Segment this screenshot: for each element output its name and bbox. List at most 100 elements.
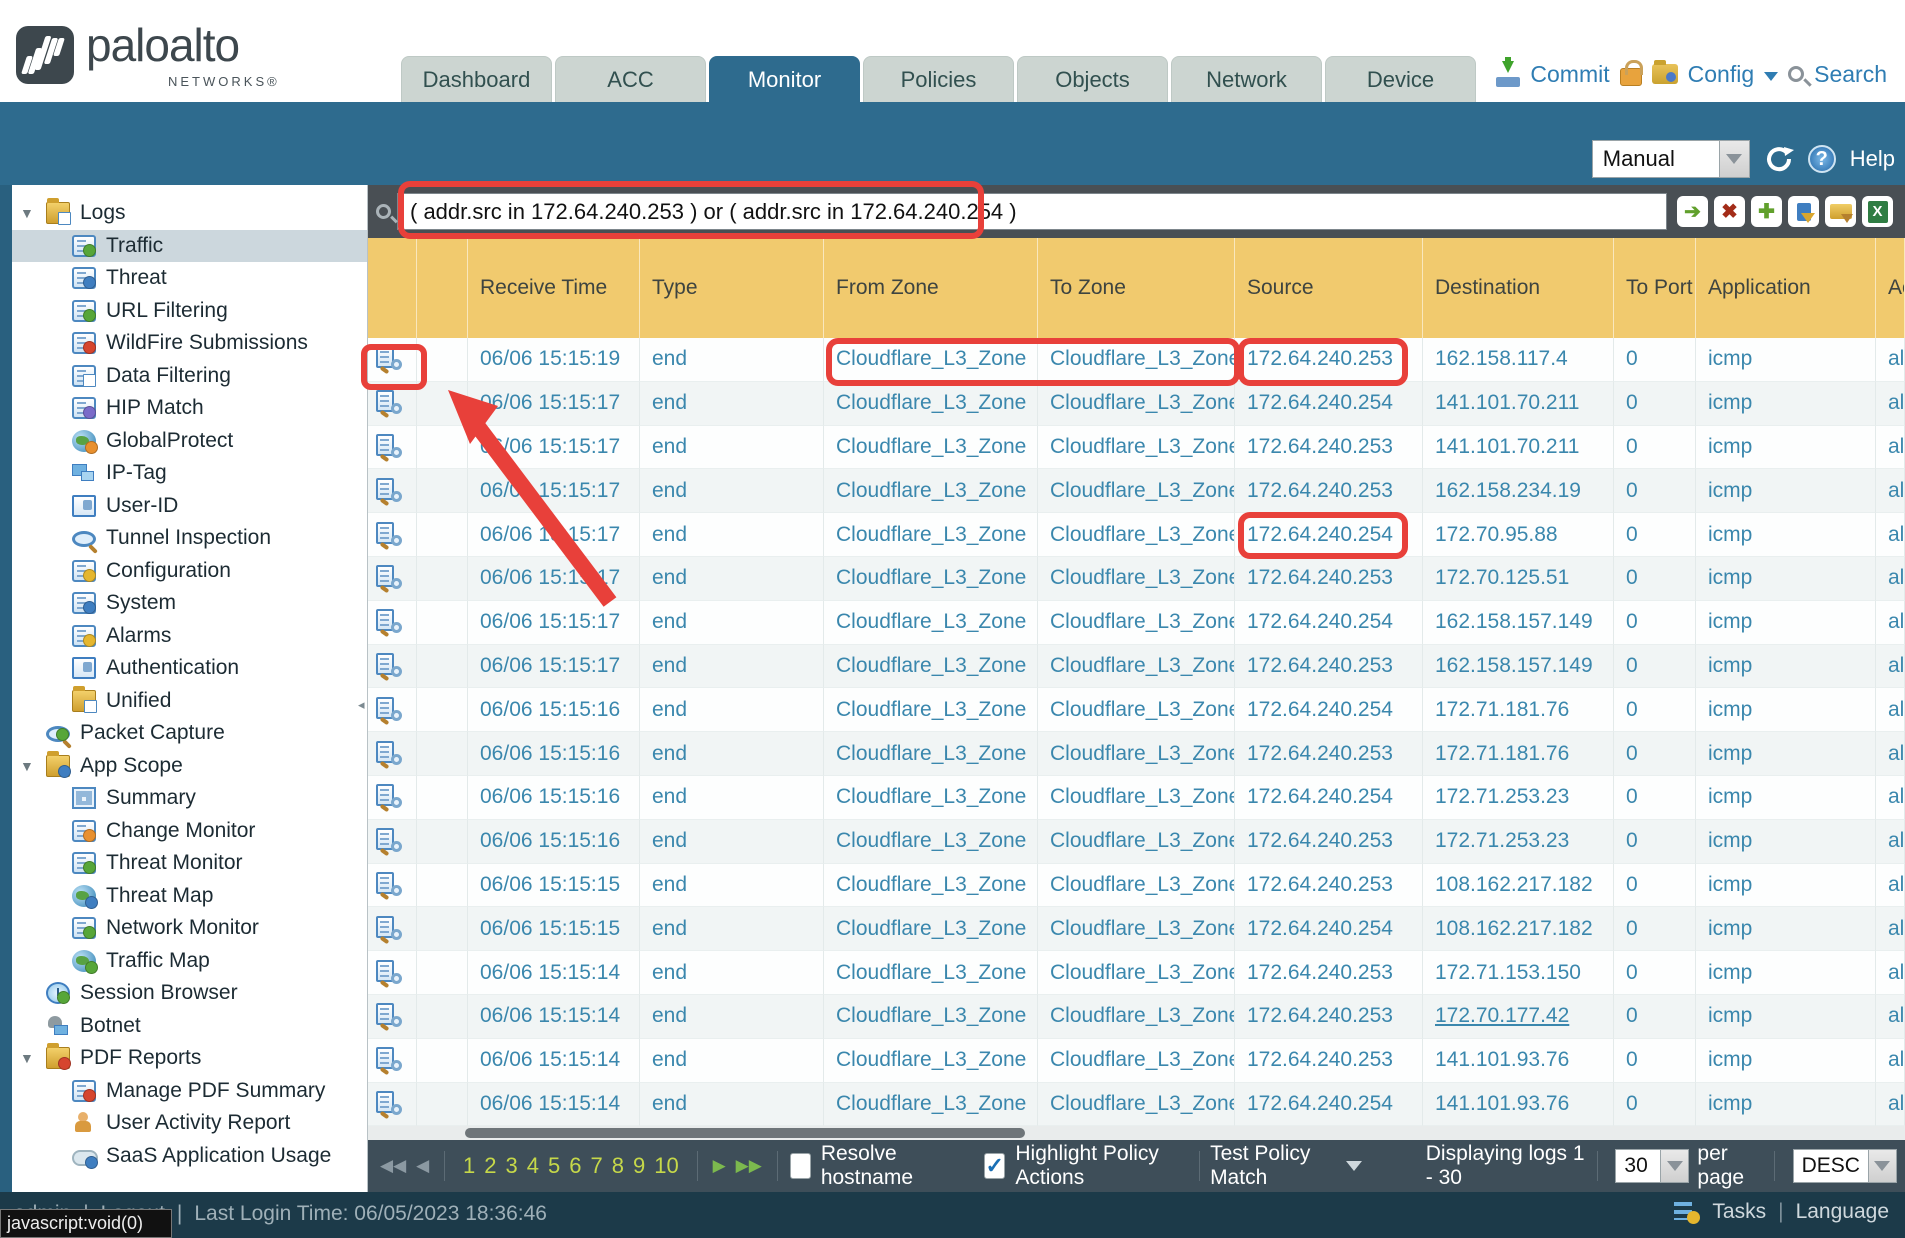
search-link[interactable]: Search (1814, 61, 1887, 88)
cell-from-zone[interactable]: Cloudflare_L3_Zone (824, 951, 1038, 995)
cell-destination[interactable]: 172.71.181.76 (1423, 732, 1614, 776)
cell-to-port[interactable]: 0 (1614, 688, 1696, 732)
cell-application[interactable]: icmp (1696, 995, 1876, 1039)
cell-to-port[interactable]: 0 (1614, 426, 1696, 470)
cell-destination[interactable]: 172.70.125.51 (1423, 557, 1614, 601)
sidebar-item-wildfire-submissions[interactable]: WildFire Submissions (12, 327, 367, 360)
load-filter-button[interactable] (1825, 196, 1856, 227)
cell-to-port[interactable]: 0 (1614, 864, 1696, 908)
log-detail-magnifier-icon[interactable] (376, 434, 402, 460)
page-number-2[interactable]: 2 (484, 1153, 496, 1179)
cell-from-zone[interactable]: Cloudflare_L3_Zone (824, 776, 1038, 820)
cell-application[interactable]: icmp (1696, 1039, 1876, 1083)
commit-link[interactable]: Commit (1530, 61, 1609, 88)
cell-from-zone[interactable]: Cloudflare_L3_Zone (824, 732, 1038, 776)
cell-source[interactable]: 172.64.240.253 (1235, 426, 1423, 470)
cell-type[interactable]: end (640, 601, 824, 645)
cell-action[interactable]: allow (1876, 864, 1905, 908)
filter-builder-button[interactable] (1788, 196, 1819, 227)
cell-destination[interactable]: 172.70.95.88 (1423, 513, 1614, 557)
cell-to-port[interactable]: 0 (1614, 776, 1696, 820)
cell-from-zone[interactable]: Cloudflare_L3_Zone (824, 601, 1038, 645)
cell-application[interactable]: icmp (1696, 338, 1876, 382)
cell-type[interactable]: end (640, 1039, 824, 1083)
cell-source[interactable]: 172.64.240.253 (1235, 469, 1423, 513)
column-header-destination[interactable]: Destination (1423, 238, 1614, 338)
cell-to-zone[interactable]: Cloudflare_L3_Zone (1038, 951, 1235, 995)
sidebar-item-threat-map[interactable]: Threat Map (12, 880, 367, 913)
page-number-7[interactable]: 7 (591, 1153, 603, 1179)
cell-from-zone[interactable]: Cloudflare_L3_Zone (824, 820, 1038, 864)
cell-to-zone[interactable]: Cloudflare_L3_Zone (1038, 1083, 1235, 1127)
cell-from-zone[interactable]: Cloudflare_L3_Zone (824, 1083, 1038, 1127)
page-number-4[interactable]: 4 (527, 1153, 539, 1179)
sidebar-item-hip-match[interactable]: HIP Match (12, 392, 367, 425)
log-detail-magnifier-icon[interactable] (376, 697, 402, 723)
cell-destination[interactable]: 172.71.181.76 (1423, 688, 1614, 732)
cell-to-port[interactable]: 0 (1614, 557, 1696, 601)
cell-action[interactable]: allow (1876, 469, 1905, 513)
cell-destination[interactable]: 172.70.177.42 (1423, 995, 1614, 1039)
sidebar-item-traffic[interactable]: Traffic (12, 230, 367, 263)
log-detail-magnifier-icon[interactable] (376, 1003, 402, 1029)
cell-source[interactable]: 172.64.240.253 (1235, 951, 1423, 995)
horizontal-scrollbar[interactable] (368, 1126, 1905, 1140)
sidebar-item-botnet[interactable]: Botnet (12, 1010, 367, 1043)
cell-application[interactable]: icmp (1696, 688, 1876, 732)
column-header-application[interactable]: Application (1696, 238, 1876, 338)
page-number-5[interactable]: 5 (548, 1153, 560, 1179)
cell-to-zone[interactable]: Cloudflare_L3_Zone (1038, 907, 1235, 951)
cell-action[interactable]: allow (1876, 382, 1905, 426)
cell-destination[interactable]: 172.71.153.150 (1423, 951, 1614, 995)
cell-destination[interactable]: 162.158.157.149 (1423, 645, 1614, 689)
tab-objects[interactable]: Objects (1017, 56, 1168, 102)
cell-destination[interactable]: 162.158.234.19 (1423, 469, 1614, 513)
refresh-mode-select[interactable]: Manual (1592, 140, 1750, 178)
page-number-3[interactable]: 3 (506, 1153, 518, 1179)
cell-destination[interactable]: 141.101.93.76 (1423, 1039, 1614, 1083)
sidebar-item-ip-tag[interactable]: IP-Tag (12, 457, 367, 490)
cell-application[interactable]: icmp (1696, 469, 1876, 513)
cell-source[interactable]: 172.64.240.253 (1235, 820, 1423, 864)
log-detail-magnifier-icon[interactable] (376, 565, 402, 591)
cell-type[interactable]: end (640, 426, 824, 470)
sidebar-item-user-id[interactable]: User-ID (12, 490, 367, 523)
help-label[interactable]: Help (1850, 146, 1895, 172)
tab-device[interactable]: Device (1325, 56, 1476, 102)
page-number-1[interactable]: 1 (463, 1153, 475, 1179)
log-detail-magnifier-icon[interactable] (376, 1047, 402, 1073)
page-number-6[interactable]: 6 (569, 1153, 581, 1179)
cell-destination[interactable]: 172.71.253.23 (1423, 820, 1614, 864)
lock-icon[interactable] (1620, 68, 1642, 86)
cell-action[interactable]: allow (1876, 1039, 1905, 1083)
column-header-to-port[interactable]: To Port (1614, 238, 1696, 338)
cell-type[interactable]: end (640, 557, 824, 601)
cell-to-port[interactable]: 0 (1614, 601, 1696, 645)
tab-monitor[interactable]: Monitor (709, 56, 860, 102)
cell-action[interactable]: allow (1876, 688, 1905, 732)
sidebar-item-unified[interactable]: Unified (12, 685, 367, 718)
log-detail-magnifier-icon[interactable] (376, 1091, 402, 1117)
cell-application[interactable]: icmp (1696, 513, 1876, 557)
expand-triangle-icon[interactable]: ▼ (20, 758, 40, 774)
cell-to-zone[interactable]: Cloudflare_L3_Zone (1038, 557, 1235, 601)
sidebar-item-app-scope[interactable]: ▼ App Scope (12, 750, 367, 783)
cell-from-zone[interactable]: Cloudflare_L3_Zone (824, 557, 1038, 601)
tab-dashboard[interactable]: Dashboard (401, 56, 552, 102)
per-page-caret[interactable] (1661, 1149, 1689, 1183)
cell-receive-time[interactable]: 06/06 15:15:16 (468, 732, 640, 776)
column-header-source[interactable]: Source (1235, 238, 1423, 338)
cell-source[interactable]: 172.64.240.254 (1235, 382, 1423, 426)
cell-type[interactable]: end (640, 382, 824, 426)
cell-to-port[interactable]: 0 (1614, 951, 1696, 995)
log-detail-magnifier-icon[interactable] (376, 960, 402, 986)
sidebar-item-url-filtering[interactable]: URL Filtering (12, 295, 367, 328)
cell-receive-time[interactable]: 06/06 15:15:16 (468, 688, 640, 732)
cell-to-zone[interactable]: Cloudflare_L3_Zone (1038, 426, 1235, 470)
column-header-from-zone[interactable]: From Zone (824, 238, 1038, 338)
log-detail-magnifier-icon[interactable] (376, 346, 402, 372)
cell-to-zone[interactable]: Cloudflare_L3_Zone (1038, 776, 1235, 820)
cell-receive-time[interactable]: 06/06 15:15:14 (468, 995, 640, 1039)
cell-application[interactable]: icmp (1696, 820, 1876, 864)
cell-from-zone[interactable]: Cloudflare_L3_Zone (824, 907, 1038, 951)
